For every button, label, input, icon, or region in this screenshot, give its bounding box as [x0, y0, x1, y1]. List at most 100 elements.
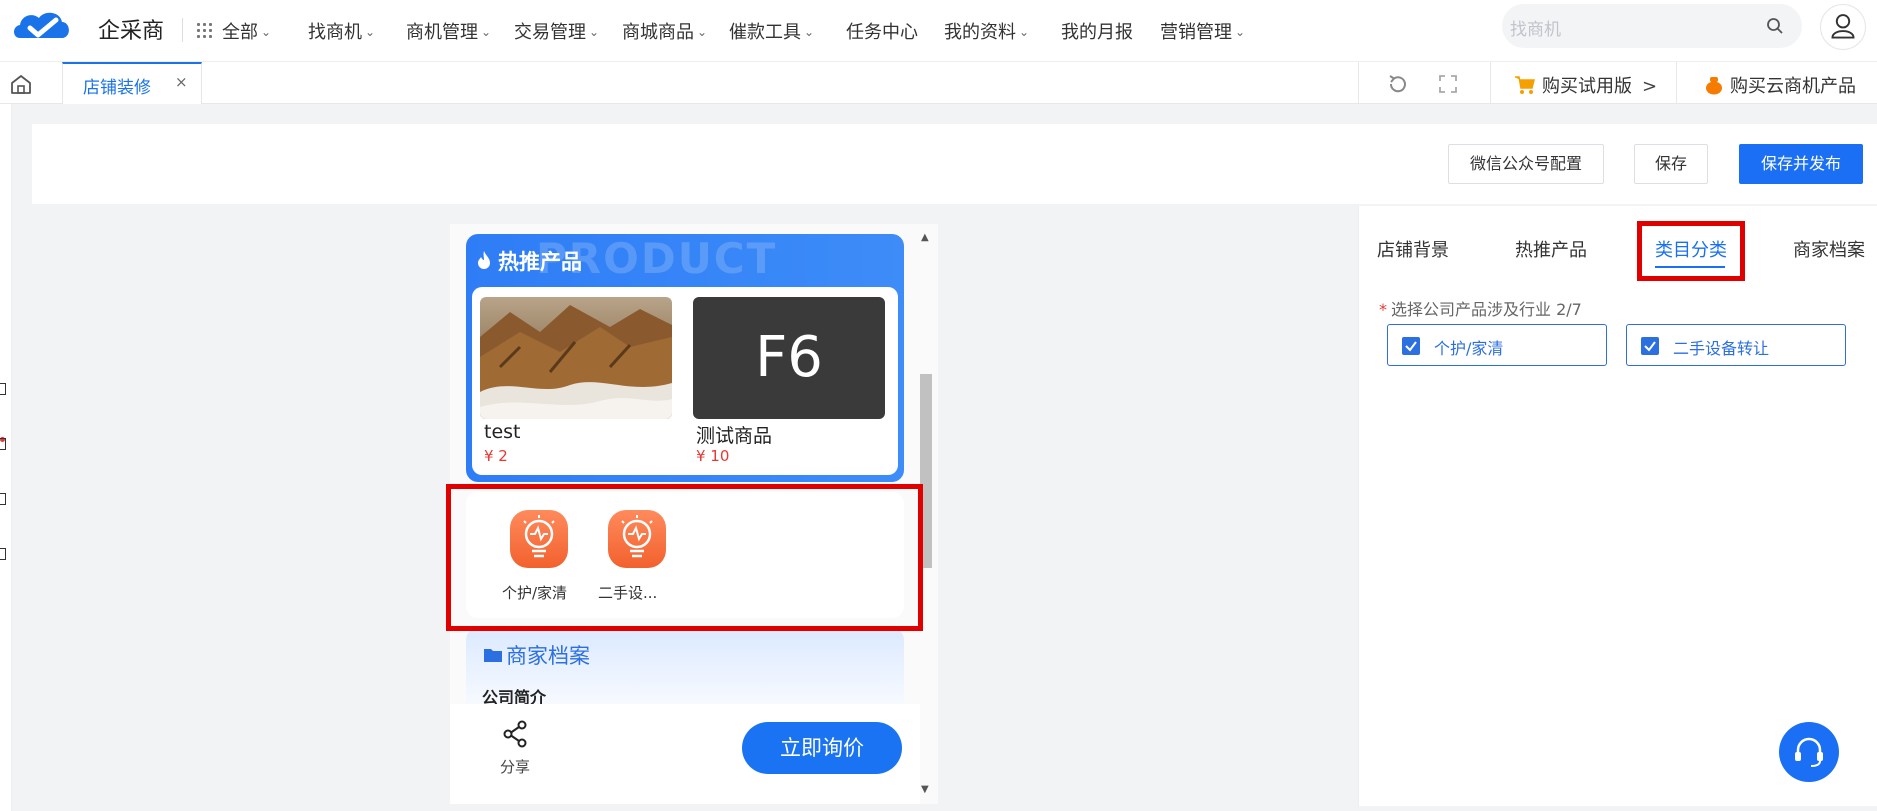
nav-lead-management[interactable]: 商机管理 ⌄ — [406, 18, 491, 44]
chevron-down-icon: ⌄ — [261, 25, 272, 39]
buy-cloud-product-link[interactable]: 购买云商机产品 — [1704, 72, 1856, 98]
divider — [1676, 62, 1677, 104]
chevron-down-icon: ⌄ — [589, 25, 600, 39]
product-name: test — [484, 421, 521, 443]
bag-icon — [1706, 77, 1722, 95]
sidebar-icon[interactable] — [0, 438, 6, 450]
cart-icon — [1515, 76, 1535, 94]
search-placeholder: 找商机 — [1510, 20, 1561, 40]
nav-trade-management[interactable]: 交易管理 ⌄ — [514, 18, 599, 44]
scroll-down-arrow[interactable]: ▼ — [921, 784, 929, 795]
headset-icon — [1795, 737, 1823, 767]
option-label: 二手设备转让 — [1673, 339, 1770, 358]
nav-monthly-report[interactable]: 我的月报 — [1061, 18, 1133, 44]
grid-icon — [197, 23, 213, 39]
flame-icon — [478, 251, 490, 269]
chevron-down-icon: ⌄ — [365, 25, 376, 39]
home-icon[interactable] — [10, 74, 32, 94]
sidebar-icon[interactable] — [0, 383, 6, 395]
tab-store-background[interactable]: 店铺背景 — [1377, 236, 1449, 262]
user-icon — [1831, 14, 1855, 39]
nav-label: 商城商品 — [622, 22, 694, 43]
highlight-box — [446, 484, 923, 631]
nav-collection-tools[interactable]: 催款工具 ⌄ — [729, 18, 814, 44]
save-publish-button[interactable]: 保存并发布 — [1739, 144, 1863, 184]
search-input[interactable]: 找商机 — [1502, 4, 1802, 48]
chevron-down-icon: ⌄ — [1019, 25, 1030, 39]
search-icon[interactable] — [1766, 17, 1784, 35]
tab-hot-products[interactable]: 热推产品 — [1515, 236, 1587, 262]
divider — [1358, 62, 1359, 104]
customer-service-button[interactable] — [1779, 722, 1839, 782]
action-bar: 微信公众号配置 保存 保存并发布 — [32, 124, 1877, 204]
nav-label: 我的资料 — [944, 22, 1016, 43]
required-label: 选择公司产品涉及行业 2/7 — [1391, 300, 1582, 319]
nav-all-label: 全部 — [222, 22, 258, 43]
checkbox-checked-icon — [1402, 337, 1420, 355]
left-collapsed-sidebar — [0, 104, 12, 811]
nav-label: 营销管理 — [1160, 22, 1232, 43]
user-avatar[interactable] — [1820, 4, 1866, 50]
nav-my-profile[interactable]: 我的资料 ⌄ — [944, 18, 1029, 44]
buy-trial-label: 购买试用版 — [1542, 76, 1632, 97]
industry-option-checkbox[interactable]: 二手设备转让 — [1626, 324, 1846, 366]
chevron-right-icon: > — [1642, 76, 1658, 97]
buy-trial-link[interactable]: 购买试用版 > — [1514, 72, 1657, 98]
divider — [1490, 62, 1491, 104]
sidebar-icon[interactable] — [0, 493, 6, 505]
nav-label: 找商机 — [308, 22, 362, 43]
product-list: test ¥ 2 F6 测试商品 ¥ 10 — [472, 287, 898, 475]
tab-store-decoration[interactable]: 店铺装修 × — [62, 62, 202, 104]
top-navigation-bar: 企采商 全部 ⌄ 找商机 ⌄ 商机管理 ⌄ 交易管理 ⌄ 商城商品 ⌄ 催款工具 ⌄ 任务中… — [0, 0, 1877, 62]
close-icon[interactable]: × — [175, 73, 188, 91]
save-button[interactable]: 保存 — [1634, 144, 1708, 184]
nav-marketing-management[interactable]: 营销管理 ⌄ — [1160, 18, 1245, 44]
nav-find-leads[interactable]: 找商机 ⌄ — [308, 18, 375, 44]
nav-label: 我的月报 — [1061, 22, 1133, 43]
chevron-down-icon: ⌄ — [804, 25, 815, 39]
chevron-down-icon: ⌄ — [697, 25, 708, 39]
preview-bottom-bar: 分享 立即询价 — [450, 704, 920, 804]
expand-icon[interactable] — [1438, 74, 1458, 94]
scroll-up-arrow[interactable]: ▲ — [921, 232, 929, 243]
folder-icon — [484, 649, 502, 662]
inquire-button[interactable]: 立即询价 — [742, 722, 902, 774]
settings-panel: 店铺背景 热推产品 类目分类 商家档案 * 选择公司产品涉及行业 2/7 个护/家… — [1358, 206, 1877, 806]
share-label: 分享 — [500, 758, 531, 776]
nav-label: 商机管理 — [406, 22, 478, 43]
mountain-landscape-image — [480, 297, 672, 419]
hot-products-title: 热推产品 — [498, 250, 582, 274]
checkbox-checked-icon — [1641, 337, 1659, 355]
share-icon[interactable] — [502, 720, 528, 748]
product-image[interactable] — [480, 297, 672, 419]
wechat-config-button[interactable]: 微信公众号配置 — [1448, 144, 1604, 184]
nav-task-center[interactable]: 任务中心 — [846, 18, 918, 44]
brand-name[interactable]: 企采商 — [98, 13, 164, 45]
product-price: ¥ 10 — [696, 447, 730, 465]
tab-merchant-archive[interactable]: 商家档案 — [1793, 236, 1865, 262]
refresh-icon[interactable] — [1386, 72, 1410, 96]
required-mark: * — [1379, 300, 1387, 319]
nav-all[interactable]: 全部 ⌄ — [222, 18, 271, 44]
industry-select-label: * 选择公司产品涉及行业 2/7 — [1379, 296, 1582, 320]
chevron-down-icon: ⌄ — [1235, 25, 1246, 39]
nav-label: 任务中心 — [846, 22, 918, 43]
product-name: 测试商品 — [696, 425, 773, 447]
nav-label: 催款工具 — [729, 22, 801, 43]
chevron-down-icon: ⌄ — [481, 25, 492, 39]
option-label: 个护/家清 — [1434, 339, 1504, 358]
divider — [182, 18, 183, 42]
product-image[interactable]: F6 — [693, 297, 885, 419]
nav-mall-products[interactable]: 商城商品 ⌄ — [622, 18, 707, 44]
product-price: ¥ 2 — [484, 447, 508, 465]
industry-option-checkbox[interactable]: 个护/家清 — [1387, 324, 1607, 366]
sidebar-icon[interactable] — [0, 548, 6, 560]
buy-cloud-label: 购买云商机产品 — [1730, 76, 1856, 97]
hot-products-section[interactable]: PRODUCT 热推产品 test ¥ 2 F6 测试商品 ¥ 10 — [466, 234, 904, 482]
cloud-check-logo[interactable] — [10, 6, 74, 46]
archive-title: 商家档案 — [506, 644, 590, 668]
tab-bar: 店铺装修 × 购买试用版 > 购买云商机产品 — [0, 62, 1877, 104]
tab-label: 店铺装修 — [83, 78, 151, 98]
highlight-box — [1637, 221, 1745, 281]
nav-label: 交易管理 — [514, 22, 586, 43]
